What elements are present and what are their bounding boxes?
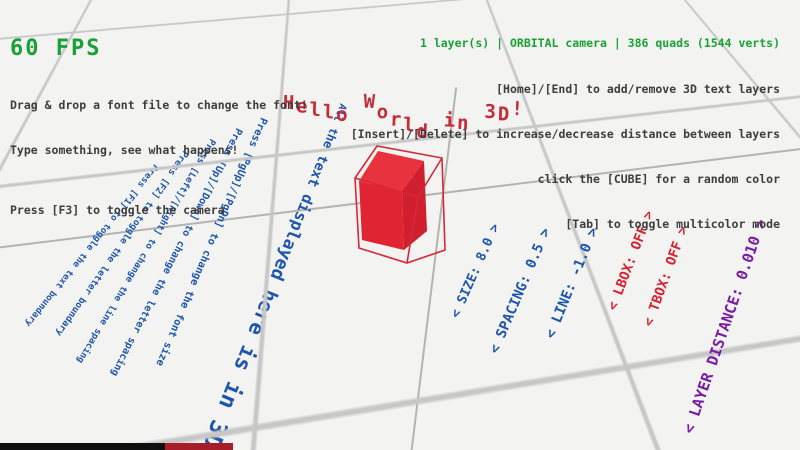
hint-type-something: Type something, see what happens! (10, 143, 308, 158)
hud-top-right: 1 layer(s) | ORBITAL camera | 386 quads … (351, 6, 780, 262)
scene-3d: Press [F1] to toggle the text boundary P… (0, 0, 800, 450)
hint-toggle-camera: Press [F3] to toggle the camera (10, 203, 308, 218)
hint-cube-random-color: click the [CUBE] for a random color (351, 172, 780, 187)
hint-multicolor-mode: [Tab] to toggle multicolor mode (351, 217, 780, 232)
fps-counter: 60 FPS (10, 36, 308, 62)
status-bar: 1 layer(s) | ORBITAL camera | 386 quads … (351, 36, 780, 51)
bottom-bar-black (0, 443, 165, 450)
hint-drag-drop-font: Drag & drop a font file to change the fo… (10, 98, 308, 113)
hint-layer-distance-keys: [Insert]/[Delete] to increase/decrease d… (351, 127, 780, 142)
hint-add-remove-layers: [Home]/[End] to add/remove 3D text layer… (351, 82, 780, 97)
bottom-bar-red (165, 443, 233, 450)
hud-top-left: 60 FPS Drag & drop a font file to change… (10, 6, 308, 248)
